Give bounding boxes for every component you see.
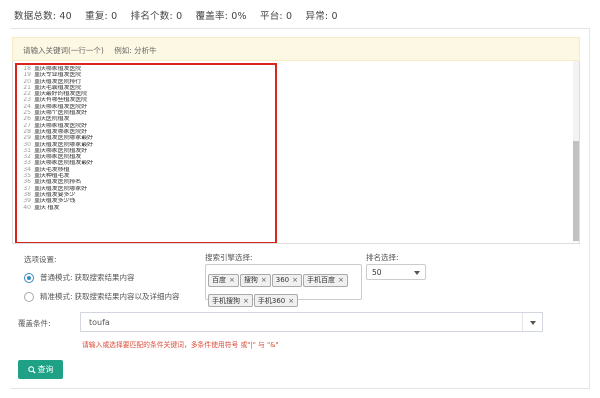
keyword-line: 40 重庆 植发 — [21, 205, 275, 211]
engine-tag-label: 百度 — [212, 276, 226, 284]
keyword-text: 重庆植发医院哪家好 — [34, 185, 88, 192]
keyword-text: 重庆植发要多少 — [34, 191, 76, 198]
chevron-down-icon — [414, 271, 420, 275]
keyword-text: 重庆植发医院哪家最好 — [34, 141, 93, 148]
options-label: 选项设置: — [24, 255, 57, 264]
keyword-text: 重庆毛发移植 — [34, 166, 70, 173]
engine-tag-label: 手机搜狗 — [212, 296, 240, 305]
keyword-list-highlight: 18 重庆哪家植发医院 19 重庆专业植发医院 20 重庆植发医院排行 21 重庆毛囊植发医院… — [15, 63, 277, 243]
keyword-text: 重庆毛囊植发医院 — [34, 84, 82, 91]
keyword-text: 重庆植发医院哪家最好 — [34, 135, 93, 142]
keyword-line-number: 40 — [23, 204, 31, 211]
engine-tag-label: 搜狗 — [243, 276, 258, 284]
chevron-down-icon[interactable] — [522, 313, 542, 331]
keyword-text: 重庆哪家植发医院好 — [34, 103, 88, 110]
engine-multiselect[interactable]: 百度 × 搜狗 × 360 × 手机百度 × 手机搜狗 × 手机360 × — [205, 264, 362, 307]
precise-mode-desc: 获取搜索结果内容以及详细内容 — [74, 292, 180, 301]
keyword-text: 重庆哪个医院植发好 — [34, 110, 88, 117]
cover-condition-value: toufa — [89, 318, 110, 327]
precise-mode-radio[interactable] — [24, 291, 34, 302]
keyword-example: 例如: 分析牛 — [114, 46, 157, 55]
stats-bar: 数据总数: 40 重复: 0 排名个数: 0 覆盖率: 0% 平台: 0 异常:… — [14, 8, 348, 22]
keyword-text: 重庆哪家植发医院 — [34, 66, 82, 72]
keyword-text: 重庆植发多少钱 — [34, 198, 76, 205]
remove-tag-icon[interactable]: × — [243, 297, 249, 305]
query-button-label: 查询 — [37, 365, 54, 374]
remove-tag-icon[interactable]: × — [261, 276, 267, 284]
engine-tag[interactable]: 搜狗 × — [239, 273, 271, 287]
remove-tag-icon[interactable]: × — [338, 276, 344, 284]
stat-platforms: 平台: 0 — [260, 11, 293, 22]
precise-mode-option[interactable]: 精准模式: 获取搜索结果内容以及详细内容 — [24, 291, 180, 302]
rank-select[interactable]: 50 — [366, 264, 426, 280]
frame-divider-bottom — [10, 388, 590, 389]
cover-condition-label: 覆盖条件: — [18, 319, 51, 328]
normal-mode-desc: 获取搜索结果内容 — [74, 273, 135, 282]
keyword-scrollbar-thumb[interactable] — [573, 141, 579, 241]
engines-label: 搜索引擎选择: — [205, 253, 253, 262]
keyword-text: 重庆哪家医院植发 — [34, 154, 82, 161]
keyword-placeholder: 请输入关键词(一行一个) — [23, 46, 104, 55]
normal-mode-radio[interactable] — [24, 272, 34, 283]
keyword-text: 重庆植发哪家医院好 — [34, 128, 88, 135]
precise-mode-name: 精准模式: — [40, 292, 73, 301]
keyword-scrollbar[interactable] — [573, 61, 579, 242]
remove-tag-icon[interactable]: × — [288, 297, 294, 305]
normal-mode-option[interactable]: 普通模式: 获取搜索结果内容 — [24, 272, 135, 283]
engine-tag-label: 手机360 — [257, 296, 286, 305]
keyword-text: 重庆植发医院排行 — [34, 78, 82, 85]
stat-ranked: 排名个数: 0 — [130, 11, 183, 22]
stat-duplicate: 重复: 0 — [85, 11, 118, 22]
rank-label: 排名选择: — [366, 253, 399, 262]
engine-tag[interactable]: 百度 × — [208, 273, 239, 287]
engine-tag[interactable]: 手机搜狗 × — [208, 294, 253, 307]
engine-tag-label: 360 — [275, 276, 290, 284]
engine-tag[interactable]: 手机百度 × — [303, 273, 348, 287]
keyword-text: 重庆哪家植发医院好 — [34, 122, 88, 129]
remove-tag-icon[interactable]: × — [292, 276, 298, 284]
query-button[interactable]: 查询 — [18, 360, 63, 379]
keyword-text: 重庆哪家医院植发好 — [34, 147, 88, 154]
keyword-text: 重庆种植毛发 — [34, 173, 70, 180]
keyword-text: 重庆最好的植发医院 — [34, 91, 88, 98]
cover-condition-input[interactable]: toufa — [80, 312, 543, 332]
keyword-textarea[interactable]: 18 重庆哪家植发医院 19 重庆专业植发医院 20 重庆植发医院排行 21 重庆毛囊植发医院… — [12, 61, 580, 244]
keyword-input-hint: 请输入关键词(一行一个) 例如: 分析牛 — [12, 37, 580, 61]
rank-select-value: 50 — [372, 268, 382, 277]
normal-mode-name: 普通模式: — [40, 273, 73, 282]
search-icon — [27, 365, 36, 374]
engine-tag-label: 手机百度 — [307, 276, 335, 284]
keyword-text: 重庆哪家医院植发最好 — [34, 160, 93, 167]
keyword-text: 重庆有哪些植发医院 — [34, 97, 88, 104]
frame-divider-right — [589, 28, 590, 388]
engine-tag[interactable]: 手机360 × — [253, 294, 299, 307]
stat-errors: 异常: 0 — [305, 11, 338, 22]
remove-tag-icon[interactable]: × — [229, 276, 235, 284]
stat-total: 数据总数: 40 — [14, 11, 72, 22]
keyword-text: 重庆专业植发医院 — [34, 72, 82, 79]
keyword-text: 重庆医院植发 — [34, 116, 70, 123]
keyword-text: 重庆植发医院排名 — [34, 179, 82, 186]
cover-condition-hint: 请输入或选择要匹配的条件关键词，多条件使用符号 或"|" 与 "&" — [82, 341, 279, 349]
stat-coverage: 覆盖率: 0% — [195, 11, 247, 22]
keyword-text: 重庆 植发 — [34, 204, 60, 211]
engine-tag[interactable]: 360 × — [271, 273, 302, 287]
